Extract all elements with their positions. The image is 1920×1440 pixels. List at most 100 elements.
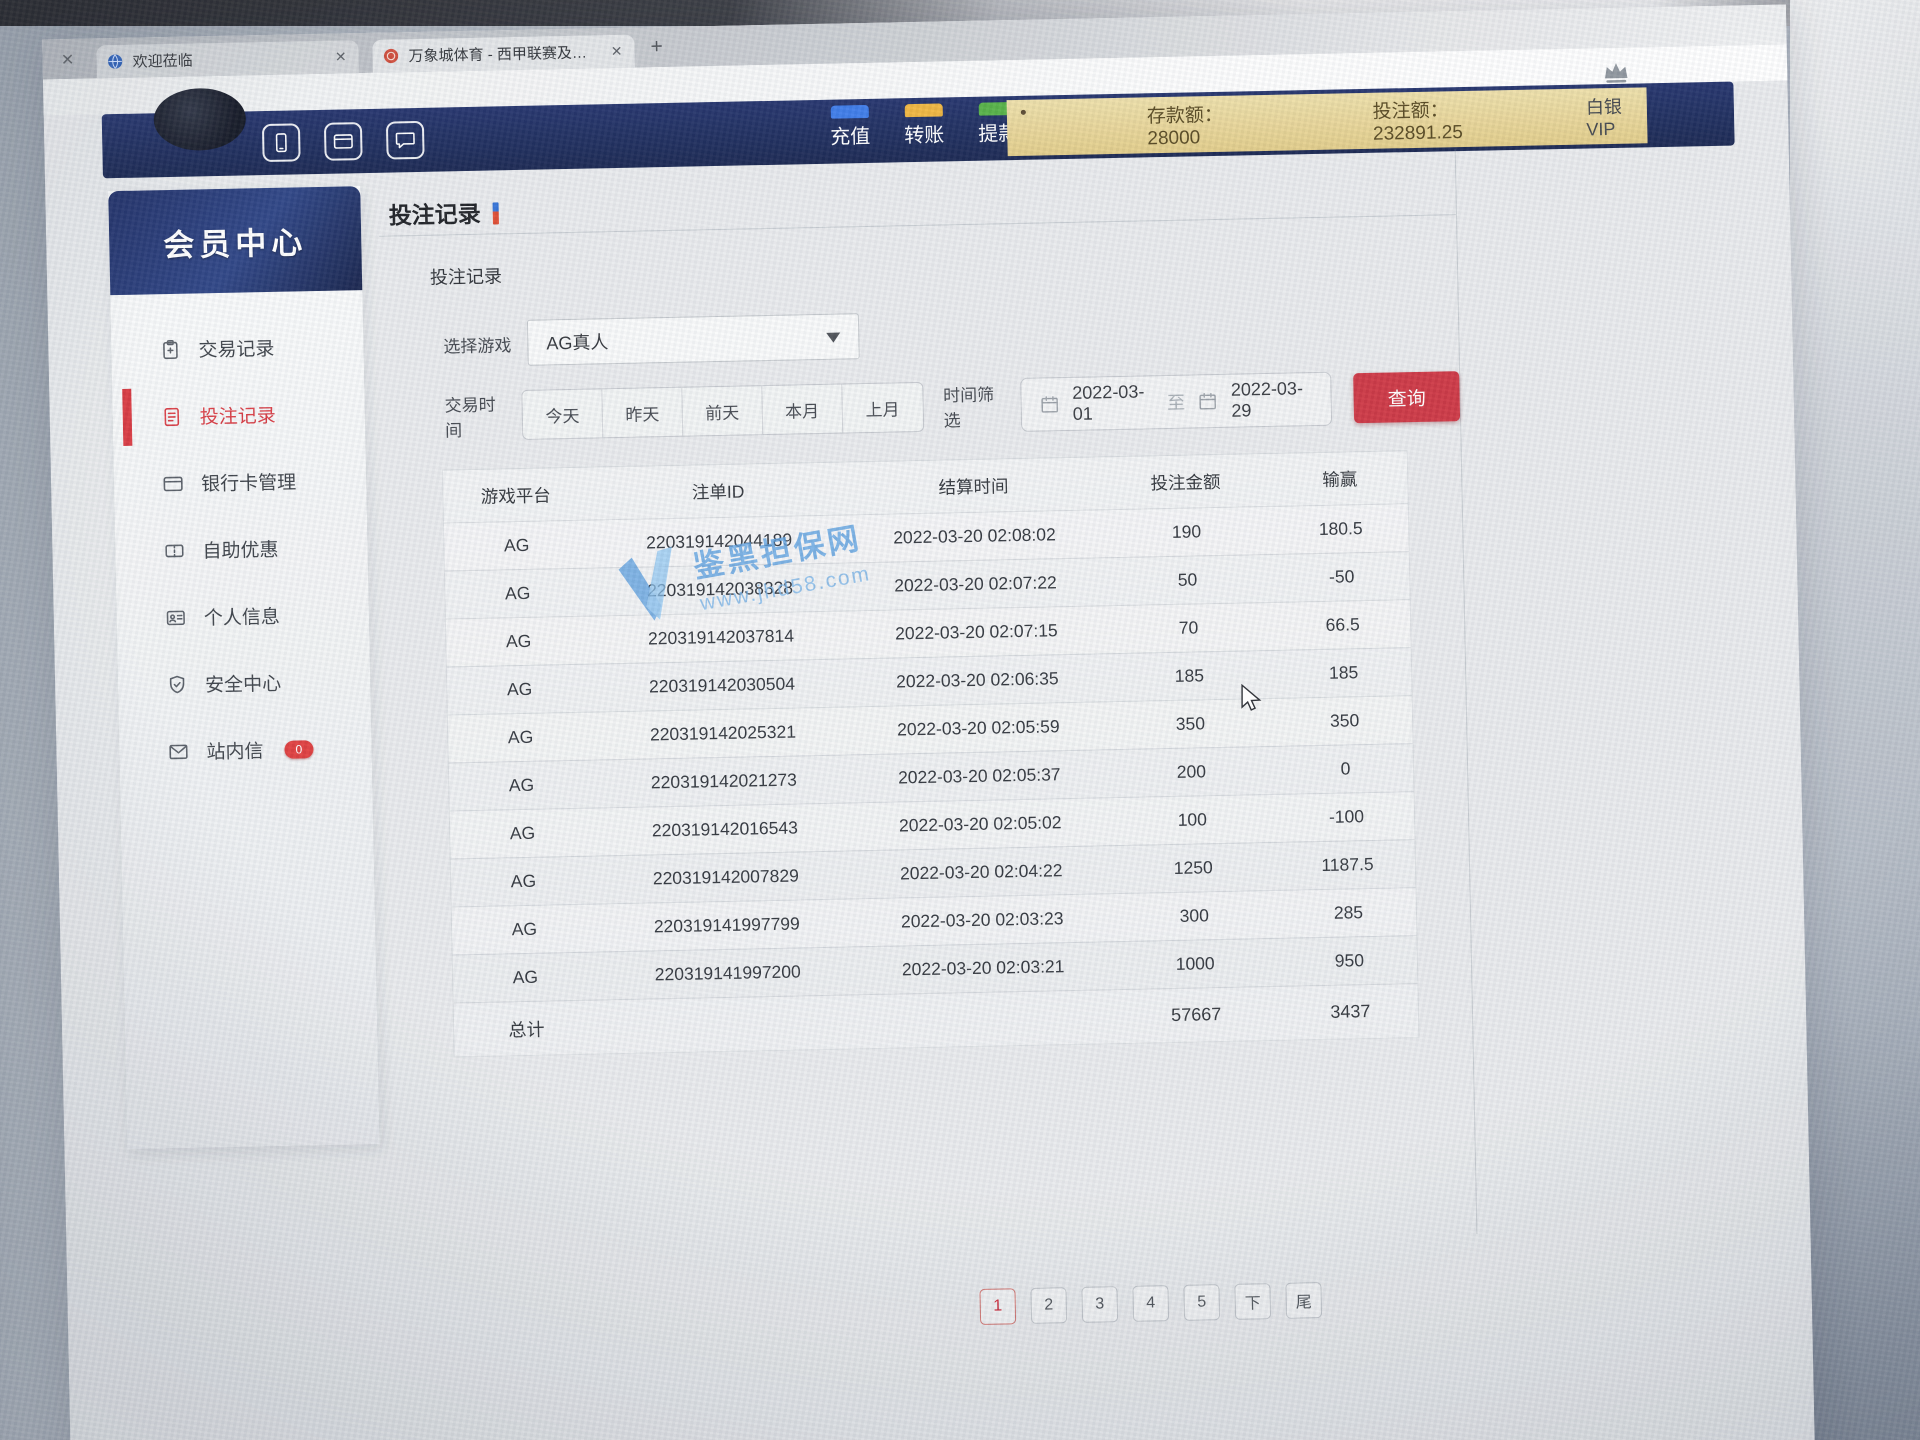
sidebar-item-个人信息[interactable]: 个人信息 [116,580,369,652]
cell-order-id: 220319142007829 [596,864,857,890]
column-header: 结算时间 [848,471,1099,501]
time-filter-label: 交易时间 [444,390,508,441]
avatar [153,87,246,151]
page-button-3[interactable]: 3 [1081,1286,1118,1323]
cell-win-loss: 350 [1277,709,1412,733]
cell-order-id: 220319142038328 [590,576,851,602]
cell-platform: AG [451,870,596,894]
total-win-loss: 3437 [1283,1000,1418,1024]
page-button-4[interactable]: 4 [1132,1285,1169,1322]
cell-order-id: 220319142030504 [592,672,853,698]
tab-title: 欢迎莅临 [132,47,324,72]
cell-bet-amount: 200 [1104,760,1278,784]
bank-card-icon [162,472,184,494]
close-icon[interactable]: ✕ [609,43,625,60]
cell-win-loss: 285 [1281,901,1416,925]
bet-label: 投注额： [1372,100,1448,123]
web-page: 充值转账提款 存款额：28000 投注额：232891.25 白银VIP 会员中… [44,80,1816,1440]
sidebar-item-安全中心[interactable]: 安全中心 [117,647,370,719]
sidebar-item-label: 银行卡管理 [201,467,297,496]
pagination: 12345下尾 [979,1282,1322,1325]
column-header: 游戏平台 [443,481,588,509]
cell-platform: AG [448,726,593,750]
calendar-icon [1198,391,1218,411]
total-bet-amount: 57667 [1109,1003,1283,1027]
sidebar-item-label: 交易记录 [198,334,275,363]
sidebar-item-银行卡管理[interactable]: 银行卡管理 [113,446,366,518]
close-icon[interactable]: ✕ [52,45,83,76]
calendar-icon [1039,394,1059,414]
main-content: 投注记录 投注记录 选择游戏 AG真人 交易时间 今天昨天前天本月上月 时间筛选… [378,149,1478,1255]
cell-bet-amount: 190 [1100,520,1274,544]
deposit-value: 28000 [1147,127,1200,149]
cell-settle-time: 2022-03-20 02:08:02 [849,523,1100,549]
unread-badge: 0 [284,740,313,759]
cell-settle-time: 2022-03-20 02:06:35 [852,667,1103,693]
cell-bet-amount: 300 [1107,904,1281,928]
globe-favicon [106,53,123,70]
bet-records-table: 游戏平台注单ID结算时间投注金额输赢 AG2203191420441892022… [442,450,1420,1057]
cell-bet-amount: 1250 [1106,856,1280,880]
sidebar-item-交易记录[interactable]: 交易记录 [111,312,364,384]
close-icon[interactable]: ✕ [333,48,349,65]
cell-win-loss: -100 [1279,805,1414,829]
total-label: 总计 [454,1014,599,1043]
tab-title: 万象城体育 - 西甲联赛及意甲罗 [408,41,600,66]
page-button-2[interactable]: 2 [1030,1287,1067,1324]
browser-tab[interactable]: 欢迎莅临 ✕ [96,40,359,78]
quick-range-本月[interactable]: 本月 [762,385,843,435]
quick-range-上月[interactable]: 上月 [842,383,923,433]
sidebar-item-投注记录[interactable]: 投注记录 [112,379,365,451]
browser-tab[interactable]: 万象城体育 - 西甲联赛及意甲罗 ✕ [372,35,635,73]
shield-icon [166,673,188,695]
chat-icon [394,129,416,151]
cell-order-id: 220319142021273 [594,768,855,794]
phone-button[interactable] [262,123,301,162]
sidebar-item-自助优惠[interactable]: 自助优惠 [115,513,368,585]
column-header: 注单ID [588,476,849,506]
sidebar-title: 会员中心 [108,186,362,295]
cell-settle-time: 2022-03-20 02:03:21 [858,955,1109,981]
sidebar-item-站内信[interactable]: 站内信0 [119,714,372,786]
deposit-amount: 存款额：28000 [1147,98,1269,149]
quick-range-今天[interactable]: 今天 [522,389,603,439]
cell-order-id: 220319142016543 [595,816,856,842]
cell-win-loss: 180.5 [1273,517,1408,541]
page-button-下[interactable]: 下 [1234,1283,1271,1320]
deposit-label: 存款额： [1147,104,1223,127]
cell-settle-time: 2022-03-20 02:03:23 [857,907,1108,933]
cell-platform: AG [445,582,590,606]
mouse-cursor [1238,684,1264,717]
search-button[interactable]: 查询 [1353,371,1460,423]
new-tab-button[interactable]: + [650,35,663,59]
page-button-5[interactable]: 5 [1183,1284,1220,1321]
chat-button[interactable] [386,121,425,160]
bet-total-amount: 投注额：232891.25 [1372,93,1528,145]
date-to-input[interactable]: 2022-03-29 [1231,378,1313,422]
nav-link-转账[interactable]: 转账 [904,112,945,148]
cell-win-loss: 1187.5 [1280,853,1415,877]
phone-icon [270,132,292,154]
range-filter-label: 时间筛选 [943,380,1007,431]
game-filter-row: 选择游戏 AG真人 [443,301,1459,367]
nav-link-充值[interactable]: 充值 [830,113,871,149]
bank-card-button[interactable] [324,122,363,161]
cell-bet-amount: 50 [1101,568,1275,592]
red-favicon [382,47,399,64]
mail-icon [167,740,189,762]
crown-icon [1600,58,1631,85]
date-to-separator: 至 [1167,389,1186,415]
quick-range-前天[interactable]: 前天 [682,386,763,436]
cell-settle-time: 2022-03-20 02:05:37 [854,763,1105,789]
cell-platform: AG [446,630,591,654]
quick-range-昨天[interactable]: 昨天 [602,388,683,438]
date-from-input[interactable]: 2022-03-01 [1072,381,1154,425]
sidebar: 会员中心 交易记录投注记录银行卡管理自助优惠个人信息安全中心站内信0 [108,186,379,1149]
game-select[interactable]: AG真人 [527,313,860,366]
page-button-尾[interactable]: 尾 [1285,1282,1322,1319]
page-button-1[interactable]: 1 [979,1288,1016,1325]
cell-platform: AG [444,534,589,558]
cell-order-id: 220319142044189 [589,528,850,554]
cell-settle-time: 2022-03-20 02:04:22 [856,859,1107,885]
cell-bet-amount: 100 [1105,808,1279,832]
